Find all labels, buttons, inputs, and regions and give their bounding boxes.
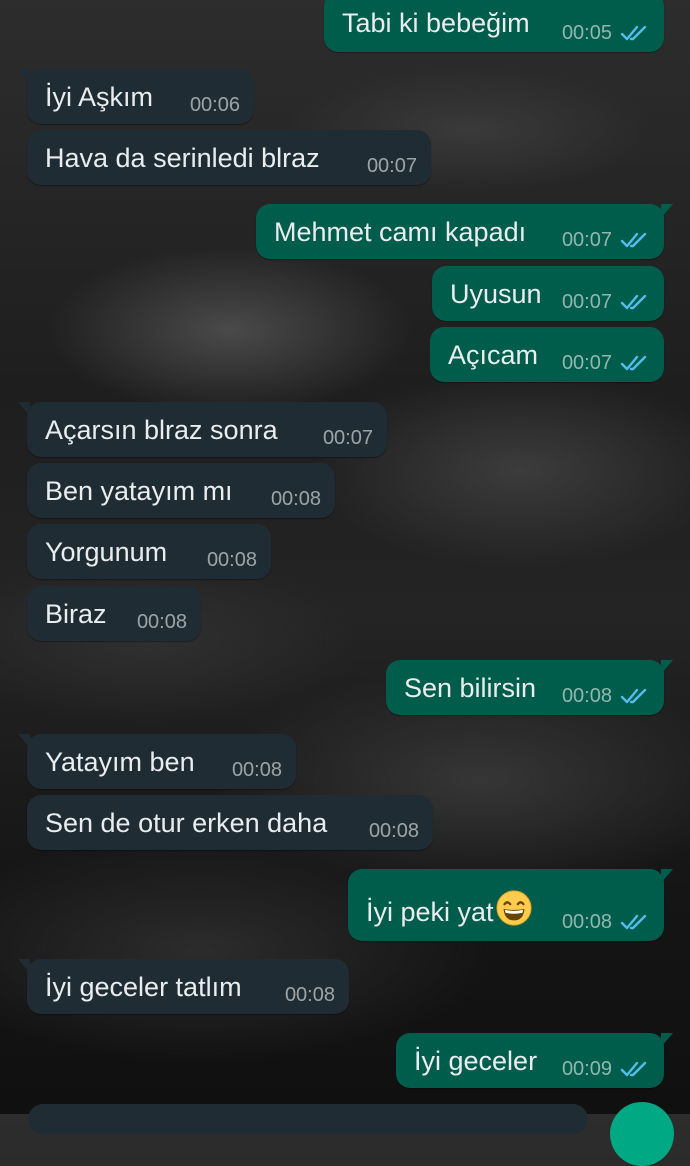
- message-bubble-outgoing[interactable]: Tabi ki bebeğim 00:05: [324, 0, 664, 52]
- message-time: 00:07: [561, 352, 612, 374]
- double-check-icon: [620, 688, 647, 704]
- message-time: 00:05: [561, 22, 612, 44]
- message-text: Uyusun: [450, 279, 542, 309]
- double-check-icon: [620, 914, 647, 930]
- message-time: 00:06: [189, 94, 240, 116]
- double-check-icon: [620, 355, 647, 371]
- message-bubble-outgoing[interactable]: İyi peki yat 00:08: [348, 869, 673, 941]
- double-check-icon: [620, 294, 647, 310]
- message-bubble-incoming[interactable]: İyi geceler tatlım 00:08: [18, 959, 349, 1014]
- message-bubble-incoming[interactable]: Yorgunum 00:08: [27, 524, 271, 579]
- message-time: 00:08: [206, 549, 257, 571]
- message-text: Yorgunum: [45, 537, 168, 567]
- message-text: Ben yatayım mı: [45, 476, 233, 506]
- message-text: İyi geceler tatlım: [45, 972, 242, 1002]
- message-time: 00:07: [561, 229, 612, 251]
- message-time: 00:08: [561, 911, 612, 933]
- message-text: Açıcam: [448, 340, 539, 370]
- message-text: Sen de otur erken daha: [45, 808, 328, 838]
- message-time: 00:07: [366, 155, 417, 177]
- message-text: Tabi ki bebeğim: [342, 8, 530, 38]
- message-time: 00:08: [561, 685, 612, 707]
- message-bubble-outgoing[interactable]: Açıcam 00:07: [430, 327, 664, 382]
- message-text: Hava da serinledi blraz: [45, 143, 320, 173]
- message-bubble-incoming[interactable]: Biraz 00:08: [27, 586, 201, 641]
- message-time: 00:08: [284, 984, 335, 1006]
- message-text: Açarsın blraz sonra: [45, 415, 278, 445]
- message-bubble-outgoing[interactable]: Mehmet camı kapadı 00:07: [256, 204, 673, 259]
- message-time: 00:09: [561, 1058, 612, 1080]
- message-bubble-incoming[interactable]: İyi Aşkım 00:06: [18, 69, 254, 124]
- message-time: 00:07: [322, 427, 373, 449]
- message-time: 00:08: [270, 488, 321, 510]
- message-text: Biraz: [45, 599, 107, 629]
- message-text: Sen bilirsin: [404, 673, 537, 703]
- double-check-icon: [620, 232, 647, 248]
- message-time: 00:08: [231, 759, 282, 781]
- message-text: Mehmet camı kapadı: [274, 217, 527, 247]
- message-time: 00:08: [368, 820, 419, 842]
- message-bubble-outgoing[interactable]: İyi geceler 00:09: [396, 1033, 673, 1088]
- message-text: Yatayım ben: [45, 747, 195, 777]
- message-bubble-incoming[interactable]: Hava da serinledi blraz 00:07: [27, 130, 431, 185]
- double-check-icon: [620, 1061, 647, 1077]
- message-bubble-incoming[interactable]: Sen de otur erken daha 00:08: [27, 795, 433, 850]
- message-time: 00:08: [136, 611, 187, 633]
- message-text: İyi Aşkım: [45, 82, 154, 112]
- message-time: 00:07: [561, 291, 612, 313]
- message-bubble-incoming[interactable]: Yatayım ben 00:08: [18, 734, 296, 789]
- message-bubble-outgoing[interactable]: Sen bilirsin 00:08: [386, 660, 673, 715]
- message-bubble-incoming[interactable]: Ben yatayım mı 00:08: [27, 463, 335, 518]
- message-input-bar[interactable]: [28, 1104, 588, 1134]
- message-text: İyi peki yat: [366, 889, 533, 927]
- message-bubble-incoming[interactable]: Açarsın blraz sonra 00:07: [18, 402, 387, 457]
- message-text: İyi geceler: [414, 1046, 538, 1076]
- double-check-icon: [620, 25, 647, 41]
- grinning-smiling-eyes-emoji-icon: [495, 890, 532, 926]
- send-button[interactable]: [610, 1102, 674, 1166]
- message-text-content: İyi peki yat: [366, 897, 494, 927]
- message-bubble-outgoing[interactable]: Uyusun 00:07: [432, 266, 664, 321]
